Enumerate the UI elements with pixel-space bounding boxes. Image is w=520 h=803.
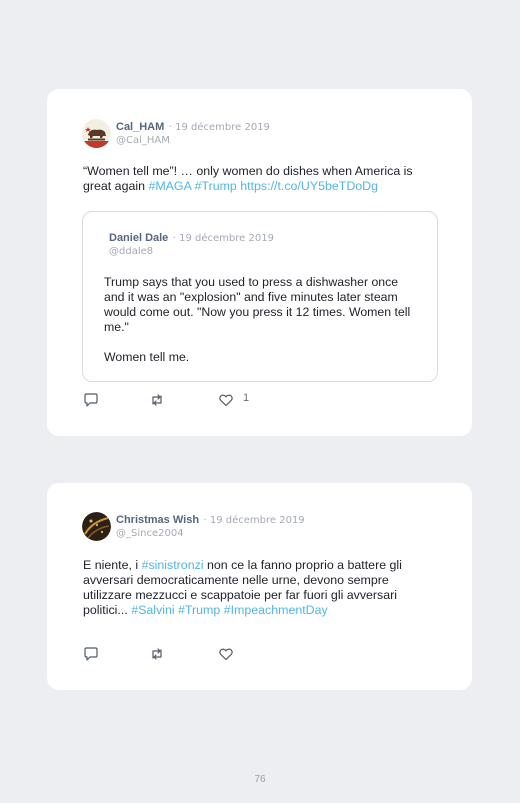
avatar[interactable] [82,119,111,148]
tweet-card: Cal_HAM · 19 décembre 2019 @Cal_HAM “Wom… [47,89,472,436]
tweet-card: Christmas Wish · 19 décembre 2019 @_Sinc… [47,483,472,690]
like-icon[interactable] [218,392,234,408]
author-handle[interactable]: @Cal_HAM [116,134,270,147]
quoted-author-handle[interactable]: @ddale8 [109,245,274,258]
reply-icon[interactable] [83,646,99,662]
california-flag-avatar-icon [82,119,111,148]
like-count: 1 [243,392,250,404]
tweet-hashtags-link[interactable]: #MAGA #Trump https://t.co/UY5beTDoDg [148,179,378,193]
tweet-header: Cal_HAM · 19 décembre 2019 @Cal_HAM [116,119,270,147]
like-icon[interactable] [218,646,234,662]
night-lights-avatar-icon [82,512,111,541]
tweet-text: E niente, i #sinistronzi non ce la fanno… [83,558,438,618]
quoted-tweet[interactable]: Daniel Dale · 19 décembre 2019 @ddale8 T… [82,211,438,382]
tweet-hashtags-link[interactable]: #Salvini #Trump #ImpeachmentDay [131,603,328,617]
quoted-tweet-header: Daniel Dale · 19 décembre 2019 @ddale8 [109,230,274,258]
tweet-text: “Women tell me”! … only women do dishes … [83,164,443,194]
author-name[interactable]: Christmas Wish [116,514,199,526]
tweet-header: Christmas Wish · 19 décembre 2019 @_Sinc… [116,512,305,540]
retweet-icon[interactable] [149,646,165,662]
author-handle[interactable]: @_Since2004 [116,527,305,540]
author-name[interactable]: Cal_HAM [116,121,164,133]
hashtag-link[interactable]: #sinistronzi [142,558,204,572]
tweet-actions [83,646,283,662]
tweet-actions: 1 [83,392,283,408]
tweet-date[interactable]: · 19 décembre 2019 [169,122,270,133]
quoted-tweet-paragraph-1: Trump says that you used to press a dish… [104,275,411,334]
avatar[interactable] [82,512,111,541]
quoted-tweet-date[interactable]: · 19 décembre 2019 [173,233,274,244]
reply-icon[interactable] [83,392,99,408]
quoted-tweet-paragraph-2: Women tell me. [104,350,190,364]
page-number: 76 [254,774,266,785]
quoted-tweet-text: Trump says that you used to press a dish… [104,275,422,365]
tweet-text-plain: E niente, i [83,558,142,572]
tweet-date[interactable]: · 19 décembre 2019 [204,515,305,526]
retweet-icon[interactable] [149,392,165,408]
quoted-author-name[interactable]: Daniel Dale [109,232,168,244]
